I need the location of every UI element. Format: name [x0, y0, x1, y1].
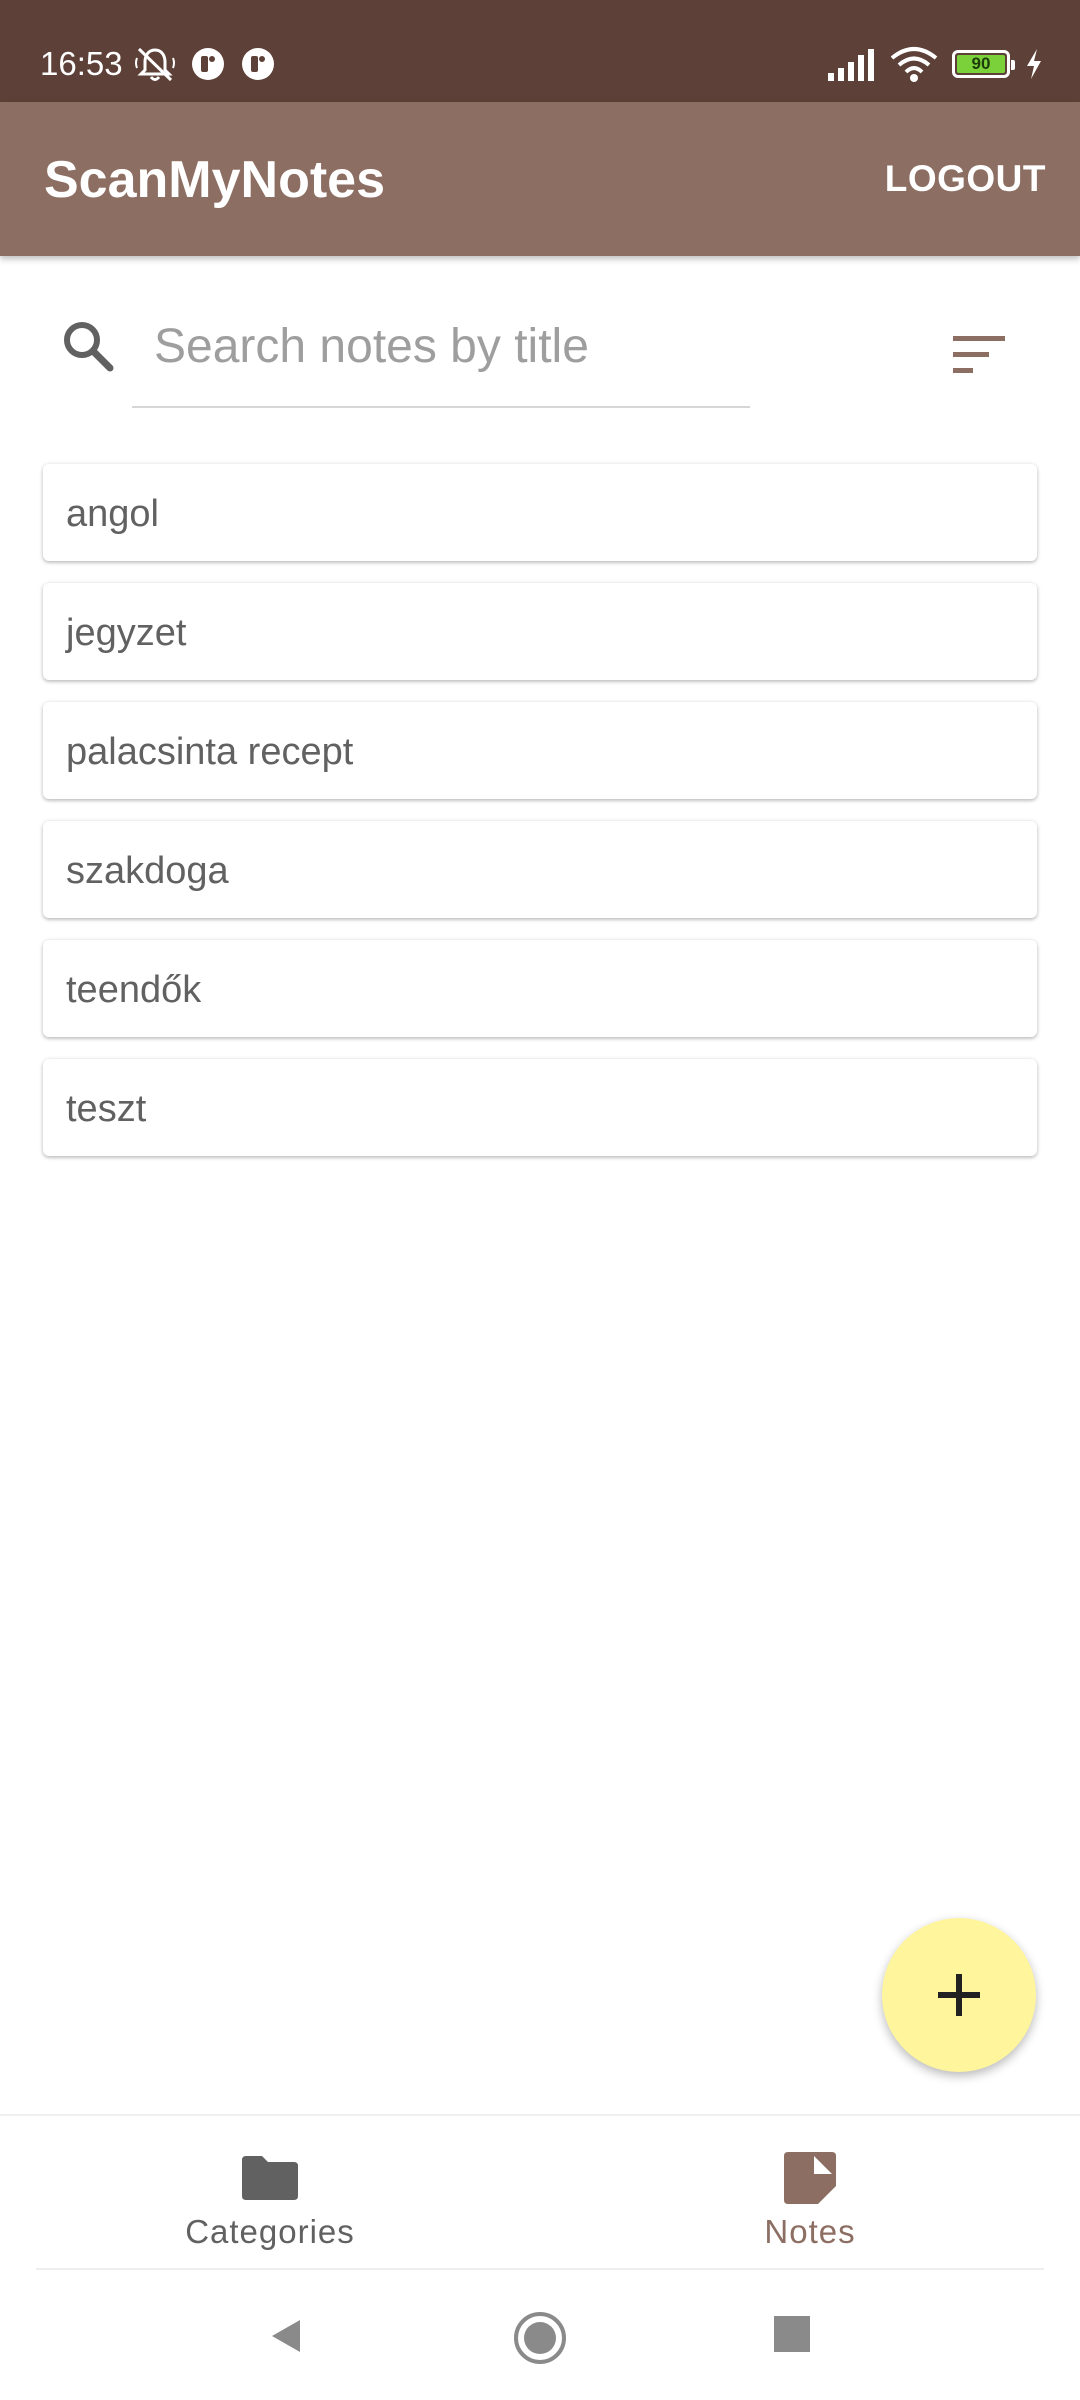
- app-notification-icon: [242, 48, 274, 80]
- system-navigation-bar: [0, 2270, 1080, 2400]
- status-notification-icons: [134, 44, 276, 84]
- status-system-icons: 90: [826, 44, 1044, 84]
- logout-button[interactable]: LOGOUT: [885, 154, 1046, 204]
- recents-icon[interactable]: [774, 2316, 810, 2352]
- search-bar: [0, 292, 1080, 412]
- charging-icon: [1027, 49, 1041, 79]
- note-icon: [784, 2152, 836, 2204]
- bottom-navigation: Categories Notes: [0, 2114, 1080, 2270]
- sort-icon[interactable]: [950, 330, 1010, 380]
- nav-item-categories[interactable]: Categories: [0, 2116, 540, 2272]
- nav-label-notes: Notes: [764, 2213, 856, 2250]
- muted-bell-icon: [135, 47, 175, 82]
- status-time: 16:53: [40, 45, 123, 82]
- note-item[interactable]: palacsinta recept: [43, 702, 1037, 799]
- wifi-icon: [890, 47, 938, 82]
- nav-label-categories: Categories: [185, 2213, 355, 2250]
- note-title: palacsinta recept: [66, 731, 354, 773]
- note-item[interactable]: teendők: [43, 940, 1037, 1037]
- note-title: jegyzet: [66, 612, 187, 654]
- signal-icon: [828, 49, 874, 81]
- note-item[interactable]: szakdoga: [43, 821, 1037, 918]
- note-item[interactable]: jegyzet: [43, 583, 1037, 680]
- battery-level: 90: [957, 55, 1005, 73]
- notes-list: angol jegyzet palacsinta recept szakdoga…: [43, 464, 1037, 1178]
- note-item[interactable]: angol: [43, 464, 1037, 561]
- search-input[interactable]: [154, 314, 734, 378]
- add-icon: [938, 1974, 980, 2016]
- nav-item-notes[interactable]: Notes: [540, 2116, 1080, 2272]
- search-field: [132, 292, 750, 408]
- search-icon: [64, 322, 114, 372]
- folder-icon: [242, 2156, 298, 2200]
- note-item[interactable]: teszt: [43, 1059, 1037, 1156]
- home-icon[interactable]: [512, 2310, 568, 2366]
- app-title: ScanMyNotes: [44, 151, 385, 209]
- note-title: teszt: [66, 1088, 147, 1130]
- back-icon[interactable]: [266, 2316, 306, 2356]
- battery-icon: 90: [952, 50, 1015, 78]
- app-bar: ScanMyNotes LOGOUT: [0, 102, 1080, 256]
- status-bar: 16:53 90: [0, 0, 1080, 102]
- note-title: teendők: [66, 969, 202, 1011]
- note-title: angol: [66, 493, 159, 535]
- app-notification-icon: [192, 48, 224, 80]
- note-title: szakdoga: [66, 850, 229, 892]
- add-note-button[interactable]: [882, 1918, 1036, 2072]
